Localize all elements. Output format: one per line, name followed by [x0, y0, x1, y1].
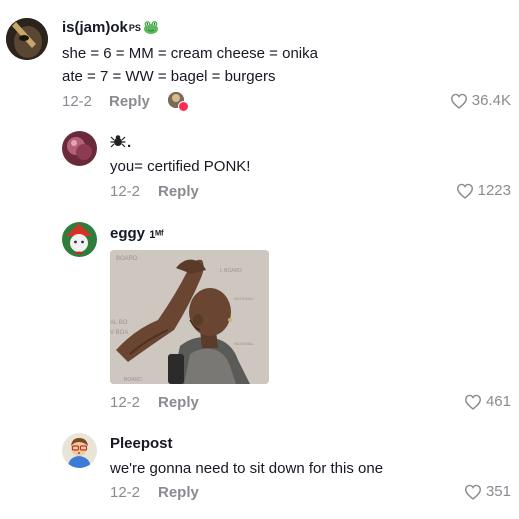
- avatar[interactable]: [62, 433, 97, 468]
- like-count: 1223: [477, 182, 511, 199]
- avatar[interactable]: [62, 222, 97, 257]
- heart-icon: [464, 394, 481, 410]
- reply-button[interactable]: Reply: [158, 183, 199, 200]
- creator-heart-badge: [178, 101, 189, 112]
- like-count: 461: [485, 393, 511, 410]
- like-button[interactable]: 1223: [456, 182, 511, 199]
- avatar[interactable]: [6, 18, 48, 60]
- comment-image[interactable]: BOARD L BOARD NATIONAL AL BO V BOA NATIO…: [110, 250, 269, 384]
- like-count: 36.4K: [471, 92, 511, 109]
- frog-emoji-icon: [143, 20, 159, 38]
- username[interactable]: Pleepost: [110, 435, 173, 452]
- avatar[interactable]: [62, 131, 97, 166]
- heart-icon: [450, 93, 467, 109]
- svg-text:NATIONAL: NATIONAL: [234, 341, 254, 346]
- spider-icon: [110, 133, 126, 153]
- svg-text:BOARD: BOARD: [124, 377, 142, 383]
- reply-button[interactable]: Reply: [109, 93, 150, 110]
- username[interactable]: .: [127, 134, 131, 151]
- svg-text:AL BO: AL BO: [110, 320, 128, 326]
- svg-text:BOARD: BOARD: [116, 256, 138, 262]
- reply-button[interactable]: Reply: [158, 484, 199, 501]
- reply-button[interactable]: Reply: [158, 394, 199, 411]
- comment-text-line-1: she = 6 = MM = cream cheese = onika: [62, 45, 318, 62]
- user-badge: PS: [128, 23, 141, 33]
- like-button[interactable]: 36.4K: [450, 92, 511, 109]
- username-suffix: 1ᴹᶠ: [149, 229, 164, 241]
- username[interactable]: eggy: [110, 225, 145, 242]
- comment-date: 12-2: [110, 183, 141, 200]
- username[interactable]: is(jam)ok: [62, 19, 128, 36]
- svg-text:L BOARD: L BOARD: [220, 268, 242, 274]
- like-button[interactable]: 461: [464, 393, 511, 410]
- comment-text-line-1: we're gonna need to sit down for this on…: [110, 460, 384, 477]
- like-count: 351: [485, 483, 511, 500]
- svg-text:NATIONAL: NATIONAL: [234, 296, 254, 301]
- comment-text-line-2: ate = 7 = WW = bagel = burgers: [62, 68, 276, 85]
- comment-text-line-1: you= certified PONK!: [110, 158, 251, 175]
- comment-date: 12-2: [110, 394, 141, 411]
- comment-date: 12-2: [110, 484, 141, 501]
- svg-text:V BOA: V BOA: [110, 330, 128, 336]
- like-button[interactable]: 351: [464, 483, 511, 500]
- heart-icon: [464, 484, 481, 500]
- heart-icon: [456, 183, 473, 199]
- comment-date: 12-2: [62, 93, 93, 110]
